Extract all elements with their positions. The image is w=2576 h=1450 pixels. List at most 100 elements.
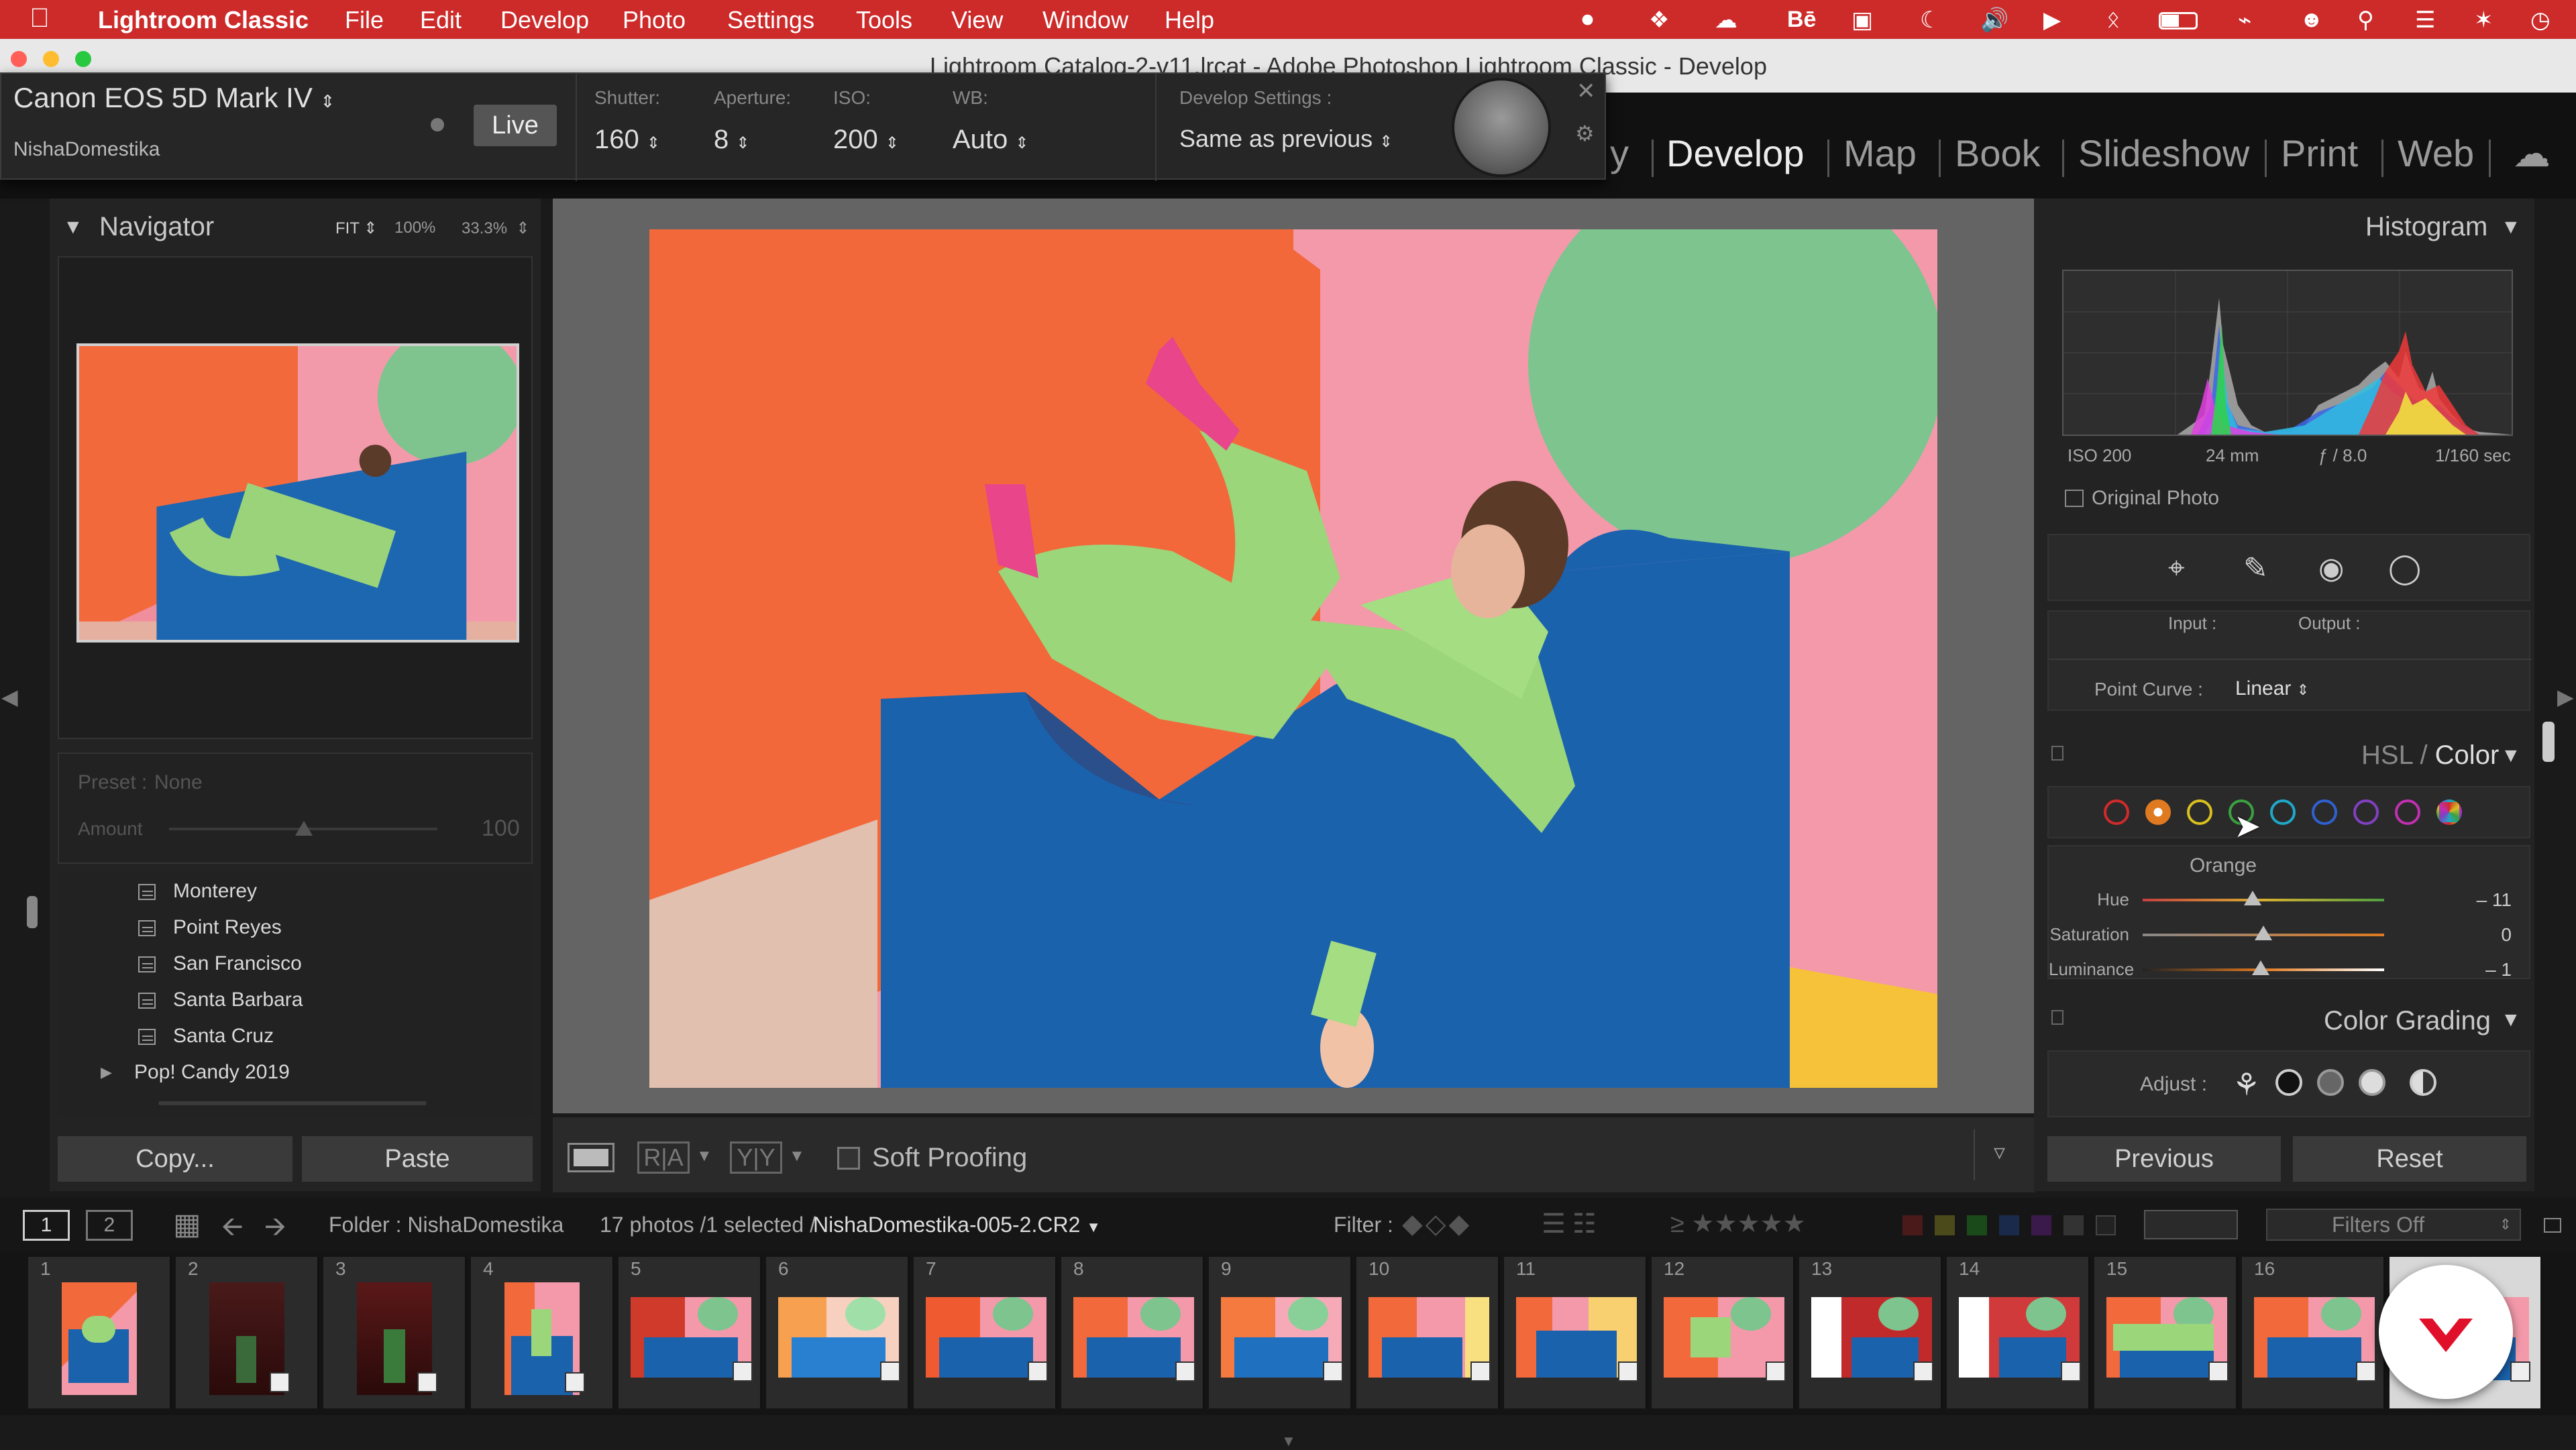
amount-slider-thumb[interactable]	[295, 821, 313, 836]
module-library[interactable]: y	[1610, 131, 1629, 175]
loupe-view-icon[interactable]	[568, 1143, 614, 1172]
rating-filter-stars[interactable]: ≥ ★★★★★	[1670, 1209, 1806, 1239]
reset-button[interactable]: Reset	[2293, 1136, 2526, 1182]
menu-settings[interactable]: Settings	[727, 6, 814, 34]
original-photo-checkbox[interactable]	[2065, 490, 2084, 507]
clock-icon[interactable]: ◷	[2530, 7, 2551, 34]
menu-photo[interactable]: Photo	[623, 6, 686, 34]
paste-button[interactable]: Paste	[302, 1136, 533, 1182]
forward-arrow-icon[interactable]: 🡪	[264, 1207, 286, 1253]
moon-icon[interactable]: ☾	[1920, 7, 1940, 34]
module-map[interactable]: Map	[1843, 131, 1917, 175]
crop-icon[interactable]: ⌖	[2168, 551, 2185, 585]
develop-settings-select[interactable]: Same as previous ⇕	[1179, 125, 1393, 153]
menu-file[interactable]: File	[345, 6, 384, 34]
module-web[interactable]: Web	[2398, 131, 2474, 175]
luminance-value[interactable]: – 1	[2438, 959, 2512, 981]
apple-icon[interactable]: 	[30, 3, 50, 34]
collapse-triangle-icon[interactable]: ▼	[63, 216, 83, 239]
collection-item[interactable]: Santa Cruz	[138, 1025, 474, 1052]
creative-cloud-icon[interactable]: ☁	[1715, 7, 1737, 34]
screen-icon[interactable]: ▣	[1851, 7, 1873, 34]
live-view-button[interactable]: Live	[474, 105, 557, 146]
filmstrip-thumb[interactable]: 2	[176, 1257, 319, 1408]
user-icon[interactable]: ☻	[2300, 7, 2324, 33]
grid-icon[interactable]: ▦	[173, 1207, 201, 1241]
hue-slider-track[interactable]	[2143, 899, 2384, 901]
copy-button[interactable]: Copy...	[58, 1136, 292, 1182]
camera-select[interactable]: Canon EOS 5D Mark IV ⇕	[13, 82, 335, 114]
saturation-value[interactable]: 0	[2438, 924, 2512, 946]
filmstrip-thumb[interactable]: 11	[1504, 1257, 1648, 1408]
three-way-icon[interactable]: ⚘	[2233, 1066, 2260, 1103]
minimize-window-icon[interactable]	[43, 51, 59, 67]
file-name[interactable]: NishaDomestika-005-2.CR2 ▼	[813, 1213, 1101, 1237]
red-eye-icon[interactable]: ◉	[2318, 551, 2344, 585]
right-scrollbar[interactable]	[2542, 722, 2555, 762]
hue-value[interactable]: – 11	[2438, 889, 2512, 911]
blue-label-filter[interactable]	[1999, 1215, 2019, 1235]
flag-filter-icons[interactable]: ◆◇◆	[1402, 1209, 1472, 1239]
filmstrip-thumb[interactable]: 10	[1356, 1257, 1500, 1408]
yellow-label-filter[interactable]	[1935, 1215, 1955, 1235]
hue-slider-thumb[interactable]	[2244, 891, 2261, 905]
gear-icon[interactable]: ⚙	[1575, 121, 1595, 146]
view-mode-icons[interactable]	[2144, 1210, 2238, 1239]
hsl-toggle-switch[interactable]	[2051, 746, 2063, 761]
color-grading-title[interactable]: Color Grading	[2324, 1006, 2491, 1036]
filmstrip-toggle-icon[interactable]: ▼	[1281, 1433, 1296, 1450]
zoom-fit[interactable]: FIT ⇕	[335, 219, 377, 238]
filter-lock-icon[interactable]	[2544, 1218, 2561, 1233]
play-icon[interactable]: ▶	[2043, 7, 2061, 34]
menu-view[interactable]: View	[951, 6, 1003, 34]
expand-triangle-icon[interactable]: ▶	[101, 1064, 112, 1081]
filmstrip-thumb[interactable]: 14	[1947, 1257, 2090, 1408]
purple-label-filter[interactable]	[2031, 1215, 2051, 1235]
collapse-triangle-icon[interactable]: ▼	[2501, 744, 2521, 767]
menu-tools[interactable]: Tools	[856, 6, 912, 34]
magenta-swatch[interactable]	[2395, 799, 2420, 825]
hsl-title[interactable]: HSL / Color	[2361, 740, 2499, 771]
navigator-title[interactable]: Navigator	[99, 212, 214, 242]
blue-swatch[interactable]	[2312, 799, 2337, 825]
capture-button[interactable]	[1452, 78, 1551, 177]
control-center-icon[interactable]: ☰	[2415, 7, 2435, 34]
collapse-triangle-icon[interactable]: ▼	[2501, 216, 2521, 239]
yellow-swatch[interactable]	[2187, 799, 2212, 825]
shadows-wheel-icon[interactable]	[2275, 1069, 2302, 1096]
close-window-icon[interactable]	[11, 51, 27, 67]
global-wheel-icon[interactable]	[2410, 1069, 2436, 1096]
app-menu[interactable]: Lightroom Classic	[98, 6, 309, 34]
highlights-wheel-icon[interactable]	[2359, 1069, 2385, 1096]
masking-icon[interactable]: ◯	[2388, 551, 2421, 585]
left-panel-toggle-icon[interactable]: ◀	[1, 684, 18, 710]
histogram-title[interactable]: Histogram	[2365, 212, 2487, 242]
module-print[interactable]: Print	[2281, 131, 2358, 175]
filmstrip-thumb[interactable]: 7	[914, 1257, 1057, 1408]
no-label-filter[interactable]	[2096, 1215, 2116, 1235]
green-label-filter[interactable]	[1967, 1215, 1987, 1235]
soft-proofing-checkbox[interactable]	[837, 1147, 860, 1170]
filmstrip-thumb[interactable]: 3	[323, 1257, 467, 1408]
collections-scrollbar[interactable]	[158, 1101, 427, 1105]
shutter-select[interactable]: 160 ⇕	[594, 125, 660, 155]
menu-edit[interactable]: Edit	[420, 6, 462, 34]
zoom-100[interactable]: 100%	[394, 219, 435, 237]
before-after-lr-icon[interactable]: R|A	[637, 1141, 690, 1174]
heal-icon[interactable]: ✎	[2243, 551, 2268, 585]
dropdown-arrow-icon[interactable]: ▼	[696, 1147, 712, 1166]
back-arrow-icon[interactable]: 🡨	[221, 1207, 243, 1253]
filmstrip-thumb[interactable]: 16	[2242, 1257, 2385, 1408]
secondary-window-button[interactable]: 2	[86, 1210, 133, 1241]
luminance-slider-thumb[interactable]	[2252, 960, 2269, 975]
red-label-filter[interactable]	[1902, 1215, 1923, 1235]
filmstrip-thumb[interactable]: 12	[1652, 1257, 1795, 1408]
all-colors-swatch[interactable]	[2436, 799, 2462, 825]
filmstrip-thumb[interactable]: 1	[28, 1257, 172, 1408]
filmstrip-thumb[interactable]: 15	[2094, 1257, 2238, 1408]
saturation-slider-thumb[interactable]	[2255, 926, 2272, 940]
filmstrip-thumb[interactable]: 6	[766, 1257, 910, 1408]
filmstrip-thumb[interactable]: 13	[1799, 1257, 1943, 1408]
battery-icon[interactable]	[2159, 12, 2198, 30]
menu-help[interactable]: Help	[1165, 6, 1214, 34]
